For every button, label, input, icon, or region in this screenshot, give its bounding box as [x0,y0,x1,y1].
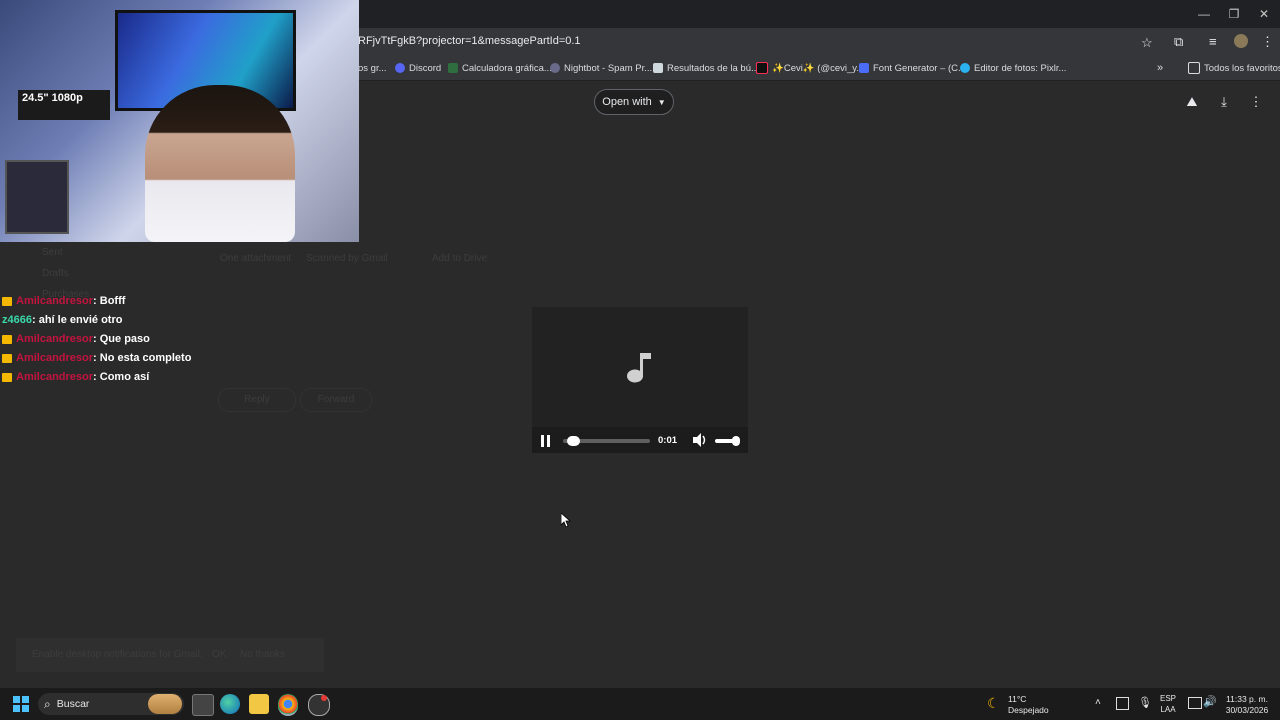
more-options-icon[interactable]: ⋮ [1247,93,1265,111]
minimize-button[interactable]: — [1196,6,1212,22]
bookmark-star-icon[interactable]: ☆ [1141,35,1153,51]
notification-badge [321,695,327,701]
search-icon: ⌕ [44,696,51,711]
chrome-icon[interactable] [278,694,298,716]
close-window-button[interactable]: ✕ [1256,6,1272,22]
add-to-drive-text: Add to Drive [432,253,488,264]
chat-text: : ahí le envié otro [31,314,123,326]
audio-progress-handle[interactable] [566,436,580,446]
chat-message: Amilcandresor: Bofff [2,293,125,309]
all-bookmarks-folder[interactable]: Todos los favoritos [1188,61,1280,75]
font-icon [859,63,869,73]
chat-username: z4666 [2,314,32,326]
bookmark-item-font-generator[interactable]: Font Generator – (C... [859,61,966,75]
crown-icon [2,372,12,382]
notification-no-thanks: No thanks [240,649,286,660]
monitor-box: 24.5" 1080p [18,90,110,120]
notification-text: Enable desktop notifications for Gmail. [32,649,203,660]
tray-app-icon[interactable] [1116,697,1129,710]
chat-text: : No esta completo [93,352,192,364]
chat-text: : Como así [93,371,150,383]
crown-icon [2,353,12,363]
open-with-button[interactable]: Open with ▼ [594,89,674,115]
forward-button-ghost: Forward [300,388,372,412]
weather-temp[interactable]: 11°C [1008,694,1026,704]
chevron-down-icon: ▼ [657,97,666,107]
weather-moon-icon: ☾ [987,695,1000,711]
open-with-label: Open with [602,96,652,108]
chat-text: : Bofff [93,295,126,307]
language-bottom[interactable]: LAA [1158,705,1178,715]
bookmark-item-calculadora[interactable]: Calculadora gráfica... [448,61,552,75]
windows-start-icon[interactable] [13,696,29,712]
chat-text: : Que paso [93,333,150,345]
scanned-text: Scanned by Gmail [306,253,388,264]
reply-button-ghost: Reply [218,388,296,412]
bookmark-item-resultados[interactable]: Resultados de la bú... [653,61,759,75]
nav-sent: Sent [42,247,63,258]
chat-username: Amilcandresor [16,352,94,364]
file-explorer-icon[interactable] [249,694,269,714]
audio-time: 0:01 [658,435,678,446]
streamer [145,85,295,242]
clock-date[interactable]: 30/03/2026 [1222,705,1272,715]
notification-ok: OK [212,649,227,660]
bookmarks-overflow-icon[interactable]: » [1157,61,1163,75]
folder-icon [1188,62,1200,74]
tiktok-icon [756,62,768,74]
weather-desc[interactable]: Despejado [1008,705,1049,715]
bookmark-item-nightbot[interactable]: Nightbot - Spam Pr... [550,61,652,75]
chat-message: Amilcandresor: No esta completo [2,350,191,366]
audio-player [532,307,748,427]
restore-button[interactable]: ❐ [1226,6,1242,22]
chat-username: Amilcandresor [16,333,94,345]
clock-time[interactable]: 11:33 p. m. [1222,694,1272,704]
pc-case [5,160,69,234]
taskbar-search-label: Buscar [56,698,90,710]
calculator-icon [448,63,458,73]
pixlr-icon [960,63,970,73]
bookmark-item-pixlr[interactable]: Editor de fotos: Pixlr... [960,61,1066,75]
chat-username: Amilcandresor [16,295,94,307]
extensions-icon[interactable]: ⧉ [1174,34,1183,50]
browser-menu-icon[interactable]: ⋮ [1261,34,1274,50]
bookmark-item-discord[interactable]: Discord [395,61,441,75]
attachment-count-text: One attachment [220,253,292,264]
chat-message: Amilcandresor: Como así [2,369,149,385]
crown-icon [2,296,12,306]
network-icon[interactable] [1188,697,1202,709]
download-icon[interactable]: ⤓ [1215,93,1233,111]
add-to-drive-icon[interactable]: ⛰ [1183,93,1201,111]
language-top[interactable]: ESP [1158,694,1178,704]
tray-chevron-up-icon[interactable]: ˄ [1095,697,1101,708]
nav-drafts: Drafts [42,268,69,279]
volume-icon[interactable] [692,432,708,448]
discord-icon [395,63,405,73]
bookmark-item[interactable]: os gr... [358,61,387,75]
address-bar-url[interactable]: RFjvTtFgkB?projector=1&messagePartId=0.1 [358,35,581,47]
nightbot-icon [550,63,560,73]
speaker-icon[interactable]: 🔊 [1203,695,1217,708]
bookmark-item-tiktok[interactable]: ✨Cevi✨ (@cevi_y... [756,61,864,75]
edge-icon[interactable] [220,694,240,714]
desktop-notification-banner: Enable desktop notifications for Gmail. … [16,638,324,672]
media-control-icon[interactable]: ≡ [1209,34,1217,49]
pause-button[interactable] [541,435,551,447]
search-highlight-icon[interactable] [148,694,182,714]
chat-message: z4666: ahí le envié otro [2,312,122,328]
mouse-cursor [560,512,572,532]
microphone-icon[interactable]: 🎙 [1138,696,1152,709]
music-note-icon [627,353,651,383]
task-view-icon[interactable] [192,694,214,716]
crown-icon [2,334,12,344]
webcam-overlay: 24.5" 1080p [0,0,359,242]
document-icon [653,63,663,73]
chat-message: Amilcandresor: Que paso [2,331,150,347]
chat-username: Amilcandresor [16,371,94,383]
profile-avatar[interactable] [1234,34,1248,48]
